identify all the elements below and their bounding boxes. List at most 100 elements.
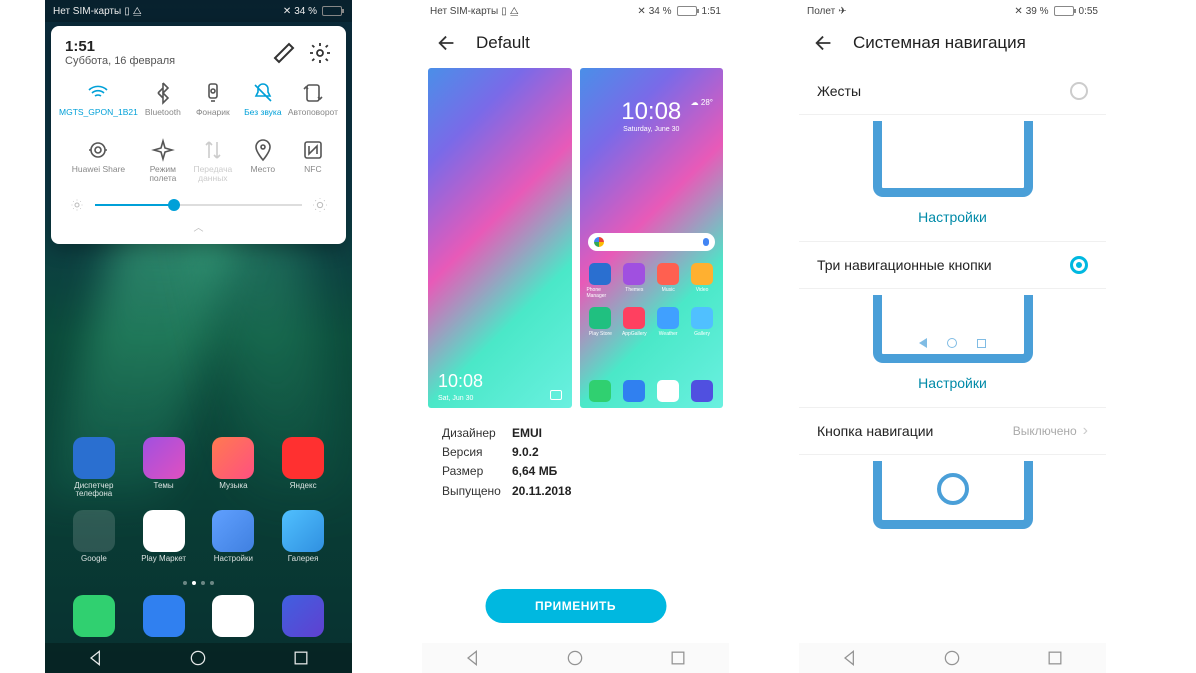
page-header: Системная навигация <box>799 22 1106 68</box>
app-label: Настройки <box>214 555 253 571</box>
qs-tile-bt[interactable]: Bluetooth <box>138 75 188 132</box>
app-item[interactable]: Яндекс <box>278 437 328 498</box>
settings-link[interactable]: Настройки <box>799 363 1106 408</box>
nav-back-icon[interactable] <box>86 648 106 668</box>
app-item[interactable]: Музыка <box>208 437 258 498</box>
qs-tile-label: Фонарик <box>196 108 230 126</box>
back-icon[interactable] <box>436 32 458 54</box>
app-item[interactable]: Google <box>69 510 119 571</box>
option-single-button[interactable]: Кнопка навигации Выключено › <box>799 408 1106 455</box>
preview-app: Music <box>654 263 682 299</box>
qs-tile-mute[interactable]: Без звука <box>238 75 288 132</box>
preview-lockscreen[interactable]: 10:08 Sat, Jun 30 <box>428 68 572 408</box>
app-item[interactable]: Диспетчер телефона <box>69 437 119 498</box>
theme-info: ДизайнерEMUIВерсия9.0.2Размер6,64 МБВыпу… <box>422 408 729 517</box>
gear-icon[interactable] <box>308 41 332 65</box>
battery-icon <box>677 6 697 16</box>
radio-icon[interactable] <box>1070 256 1088 274</box>
app-item[interactable]: Play Маркет <box>139 510 189 571</box>
qs-tiles: MGTS_GPON_1B21 Bluetooth Фонарик Без звукаА… <box>59 75 338 189</box>
info-key: Размер <box>442 462 512 481</box>
qs-tile-flash[interactable]: Фонарик <box>188 75 238 132</box>
app-item[interactable] <box>69 595 119 637</box>
app-item[interactable]: Галерея <box>278 510 328 571</box>
qs-tile-rotate[interactable]: Автоповорот <box>288 75 338 132</box>
app-item[interactable] <box>208 595 258 637</box>
battery-icon <box>322 6 342 16</box>
settings-link[interactable]: Настройки <box>799 197 1106 242</box>
app-icon <box>73 510 115 552</box>
search-bar <box>588 233 716 251</box>
apply-button[interactable]: ПРИМЕНИТЬ <box>485 589 666 623</box>
qs-tile-location[interactable]: Место <box>238 132 288 189</box>
qs-time: 1:51 <box>65 38 175 55</box>
info-key: Версия <box>442 443 512 462</box>
app-item[interactable] <box>139 595 189 637</box>
app-item[interactable]: Темы <box>139 437 189 498</box>
preview-app: Phone Manager <box>586 263 614 299</box>
nfc-icon <box>301 138 325 162</box>
expand-handle-icon[interactable]: ︿ <box>59 215 338 234</box>
sim-icon: ▯ <box>501 6 507 17</box>
radio-icon[interactable] <box>1070 82 1088 100</box>
qs-tile-label: Режим полета <box>138 165 188 183</box>
info-key: Дизайнер <box>442 424 512 443</box>
info-value: 6,64 МБ <box>512 462 557 481</box>
mute-icon: ✕ <box>1014 6 1022 17</box>
nav-recents-icon[interactable] <box>668 648 688 668</box>
app-label: Музыка <box>219 482 247 498</box>
info-row: ДизайнерEMUI <box>442 424 709 443</box>
preview-homescreen[interactable]: 10:08 Saturday, June 30 ☁ 28° Phone Mana… <box>580 68 724 408</box>
app-item[interactable]: Настройки <box>208 510 258 571</box>
qs-tile-data[interactable]: Передача данных <box>188 132 238 189</box>
qs-tile-nfc[interactable]: NFC <box>288 132 338 189</box>
info-row: Выпущено20.11.2018 <box>442 482 709 501</box>
app-item[interactable] <box>278 595 328 637</box>
option-three-buttons[interactable]: Три навигационные кнопки <box>799 242 1106 289</box>
mute-icon: ✕ <box>637 6 645 17</box>
preview-app: AppGallery <box>620 307 648 337</box>
qs-tile-wifi[interactable]: MGTS_GPON_1B21 <box>59 75 138 132</box>
nav-recents-icon[interactable] <box>1045 648 1065 668</box>
nav-back-icon[interactable] <box>463 648 483 668</box>
rotate-icon <box>301 81 325 105</box>
app-icon <box>282 437 324 479</box>
bt-icon <box>151 81 175 105</box>
weather-widget: ☁ 28° <box>691 98 713 107</box>
info-row: Версия9.0.2 <box>442 443 709 462</box>
back-icon[interactable] <box>813 32 835 54</box>
preview-app: Play Store <box>586 307 614 337</box>
quick-settings-panel: 1:51 Суббота, 16 февраля MGTS_GPON_1B21B… <box>51 26 346 244</box>
mute-icon: ✕ <box>283 6 291 17</box>
carrier-text: Нет SIM-карты <box>430 6 498 17</box>
app-label: Темы <box>154 482 174 498</box>
battery-icon <box>1054 6 1074 16</box>
app-label: Диспетчер телефона <box>69 482 119 498</box>
nav-home-icon[interactable] <box>565 648 585 668</box>
preview-app: Themes <box>620 263 648 299</box>
wifi-icon: ⧋ <box>510 6 519 17</box>
app-icon <box>212 595 254 637</box>
qs-tile-label: Место <box>250 165 275 183</box>
sim-icon: ▯ <box>124 6 130 17</box>
info-row: Размер6,64 МБ <box>442 462 709 481</box>
app-icon <box>143 595 185 637</box>
qs-tile-share[interactable]: Huawei Share <box>59 132 138 189</box>
info-value: 20.11.2018 <box>512 482 571 501</box>
nav-recents-icon[interactable] <box>291 648 311 668</box>
app-label: Галерея <box>288 555 319 571</box>
navigation-bar <box>799 643 1106 673</box>
qs-tile-label: Автоповорот <box>288 108 338 126</box>
qs-tile-label: Bluetooth <box>145 108 181 126</box>
preview-single-button <box>799 455 1106 529</box>
option-gestures[interactable]: Жесты <box>799 68 1106 115</box>
qs-tile-plane[interactable]: Режим полета <box>138 132 188 189</box>
nav-back-icon[interactable] <box>840 648 860 668</box>
app-label: Play Маркет <box>141 555 186 571</box>
preview-app: Weather <box>654 307 682 337</box>
nav-home-icon[interactable] <box>188 648 208 668</box>
app-icon <box>212 437 254 479</box>
edit-icon[interactable] <box>272 41 296 65</box>
nav-home-icon[interactable] <box>942 648 962 668</box>
brightness-slider[interactable] <box>59 189 338 215</box>
